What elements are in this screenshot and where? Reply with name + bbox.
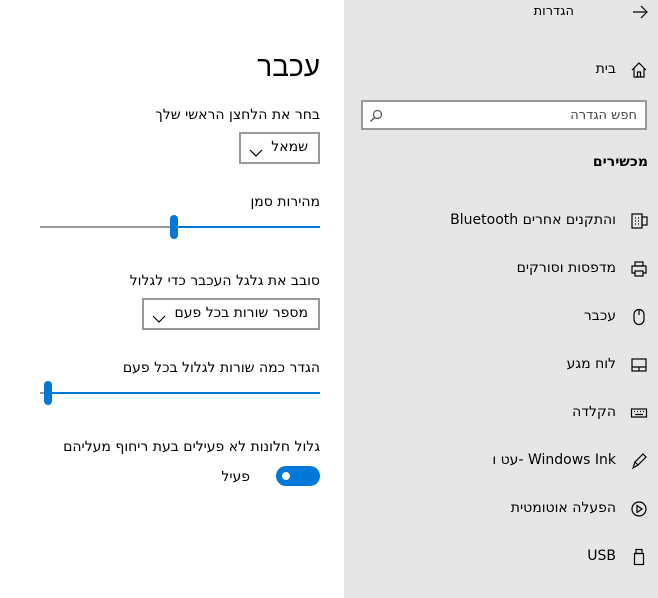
wheel-scroll-dropdown[interactable]: מספר שורות בכל פעם — [142, 298, 320, 330]
back-arrow-icon[interactable] — [632, 4, 648, 20]
touchpad-icon — [630, 356, 648, 374]
cursor-speed-label: מהירות סמן — [250, 194, 320, 210]
primary-button-label: בחר את הלחצן הראשי שלך — [155, 107, 320, 123]
nav-item-printers[interactable]: מדפסות וסורקים — [344, 254, 658, 284]
chevron-down-icon — [152, 309, 166, 323]
nav-item-label: הקלדה — [572, 404, 616, 420]
slider-thumb[interactable] — [170, 215, 179, 239]
bluetooth-devices-icon — [630, 212, 648, 230]
inactive-scroll-label: גלול חלונות לא פעילים בעת ריחוף מעליהם — [63, 439, 320, 455]
slider-fill — [174, 226, 320, 228]
nav-item-label: Bluetooth והתקנים אחרים — [450, 212, 616, 228]
search-input[interactable] — [391, 102, 645, 128]
mouse-icon — [630, 308, 648, 326]
wheel-scroll-label: סובב את גלגל העכבר כדי לגלול — [129, 273, 320, 289]
nav-item-autoplay[interactable]: הפעלה אוטומטית — [344, 494, 658, 524]
slider-track — [40, 226, 171, 228]
nav-item-pen[interactable]: עט ו- Windows Ink — [344, 446, 658, 476]
toggle-knob — [282, 472, 290, 480]
settings-nav-pane: הגדרות בית מכשירים Bluetooth והתקנים אחר… — [344, 0, 658, 598]
nav-item-mouse[interactable]: עכבר — [344, 302, 658, 332]
chevron-down-icon — [249, 143, 263, 157]
cursor-speed-slider[interactable] — [40, 215, 320, 239]
dropdown-value: שמאל — [271, 139, 308, 155]
nav-item-label: לוח מגע — [566, 356, 616, 372]
nav-item-label: USB — [587, 548, 616, 564]
toggle-state-label: פעיל — [221, 469, 250, 485]
nav-item-typing[interactable]: הקלדה — [344, 398, 658, 428]
lines-to-scroll-slider[interactable] — [40, 381, 320, 405]
nav-header: הגדרות — [344, 0, 658, 26]
nav-item-label: הפעלה אוטומטית — [510, 500, 616, 516]
nav-item-label: מדפסות וסורקים — [516, 260, 616, 276]
primary-button-dropdown[interactable]: שמאל — [239, 132, 320, 164]
inactive-scroll-toggle[interactable] — [276, 466, 320, 486]
slider-fill — [48, 392, 320, 394]
settings-search-box[interactable] — [361, 100, 647, 130]
mouse-settings-pane: עכבר בחר את הלחצן הראשי שלך שמאל מהירות … — [0, 0, 344, 598]
nav-item-bluetooth[interactable]: Bluetooth והתקנים אחרים — [344, 206, 658, 236]
keyboard-icon — [630, 404, 648, 422]
nav-section-title: מכשירים — [592, 154, 648, 170]
printer-icon — [630, 260, 648, 278]
dropdown-value: מספר שורות בכל פעם — [174, 305, 309, 321]
search-icon[interactable] — [369, 108, 383, 122]
autoplay-icon — [630, 500, 648, 518]
nav-item-touchpad[interactable]: לוח מגע — [344, 350, 658, 380]
nav-home[interactable]: בית — [344, 56, 658, 84]
slider-thumb[interactable] — [44, 381, 53, 405]
nav-item-usb[interactable]: USB — [344, 542, 658, 572]
nav-item-label: עט ו- Windows Ink — [492, 452, 616, 468]
nav-item-label: עכבר — [583, 308, 616, 324]
settings-title: הגדרות — [533, 4, 574, 19]
pen-icon — [630, 452, 648, 470]
lines-to-scroll-label: הגדר כמה שורות לגלול בכל פעם — [122, 360, 320, 376]
page-title: עכבר — [257, 50, 320, 83]
toggle-switch[interactable] — [276, 466, 320, 486]
usb-icon — [630, 548, 648, 566]
nav-home-label: בית — [595, 61, 616, 77]
home-icon — [630, 61, 648, 79]
